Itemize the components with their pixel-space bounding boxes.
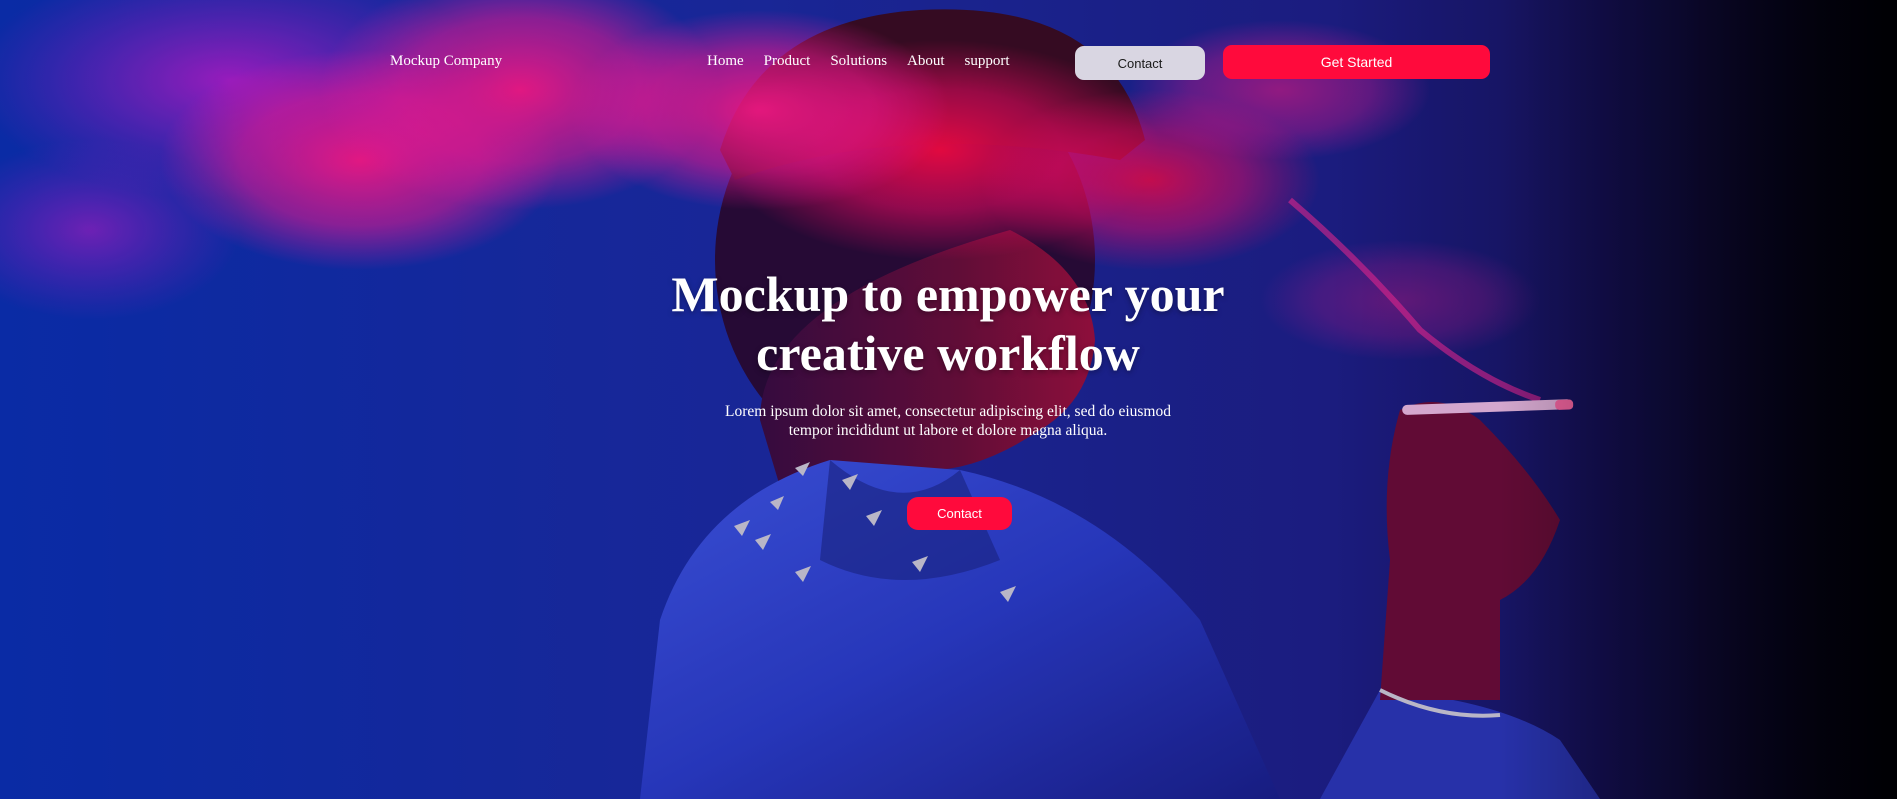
get-started-button[interactable]: Get Started <box>1223 45 1490 79</box>
hero-subtitle-line-2: tempor incididunt ut labore et dolore ma… <box>788 422 1108 439</box>
nav-link-product[interactable]: Product <box>764 53 811 70</box>
hero-subtitle: Lorem ipsum dolor sit amet, consectetur … <box>698 402 1198 440</box>
hero-headline: Mockup to empower your creative workflow <box>598 265 1298 383</box>
hero-subtitle-line-1: Lorem ipsum dolor sit amet, consectetur … <box>725 403 1171 420</box>
nav-link-support[interactable]: support <box>965 53 1010 70</box>
main-nav: Home Product Solutions About support <box>707 53 1010 70</box>
hero-contact-button[interactable]: Contact <box>907 497 1012 530</box>
hero-section: Mockup Company Home Product Solutions Ab… <box>0 0 1897 799</box>
hero-background-image <box>0 0 1897 799</box>
header-contact-button[interactable]: Contact <box>1075 46 1205 80</box>
nav-link-about[interactable]: About <box>907 53 945 70</box>
hero-headline-line-2: creative workflow <box>756 325 1140 381</box>
nav-link-home[interactable]: Home <box>707 53 744 70</box>
hero-headline-line-1: Mockup to empower your <box>671 266 1225 322</box>
brand-logo-link[interactable]: Mockup Company <box>390 53 502 70</box>
nav-link-solutions[interactable]: Solutions <box>830 53 887 70</box>
